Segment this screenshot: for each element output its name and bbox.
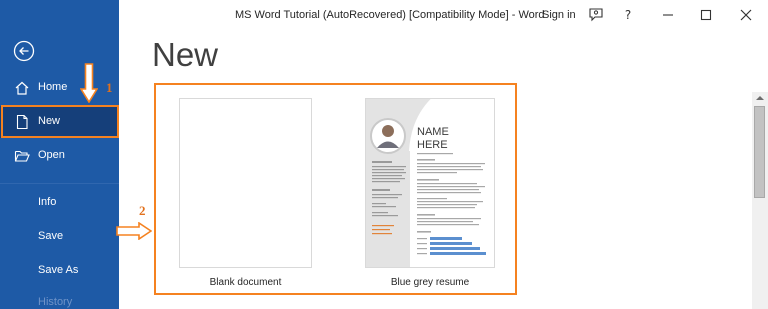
backstage-sidebar: Home New Open Info Save Save As History bbox=[0, 0, 119, 309]
sidebar-item-open[interactable]: Open bbox=[0, 140, 119, 172]
close-icon[interactable] bbox=[737, 6, 755, 24]
feedback-icon[interactable] bbox=[587, 6, 605, 24]
sign-in-link[interactable]: Sign in bbox=[542, 9, 576, 21]
step-number-2: 2 bbox=[139, 203, 146, 218]
sidebar-item-save[interactable]: Save bbox=[0, 221, 119, 253]
resume-name-line1: NAME bbox=[417, 126, 449, 138]
sidebar-item-info[interactable]: Info bbox=[0, 187, 119, 219]
sidebar-item-label: Open bbox=[38, 149, 65, 161]
page-title: New bbox=[152, 36, 219, 73]
sidebar-item-label: Home bbox=[38, 81, 68, 93]
step-number-1: 1 bbox=[106, 80, 113, 95]
resume-name-line2: HERE bbox=[417, 139, 448, 151]
back-button[interactable] bbox=[12, 39, 36, 63]
window-title: MS Word Tutorial (AutoRecovered) [Compat… bbox=[235, 9, 545, 21]
sidebar-item-label: Save As bbox=[38, 264, 79, 276]
scrollbar-thumb[interactable] bbox=[754, 106, 765, 198]
scroll-up-arrow-icon[interactable] bbox=[752, 92, 768, 104]
resume-template-label[interactable]: Blue grey resume bbox=[365, 277, 495, 288]
open-folder-icon bbox=[14, 150, 30, 162]
sidebar-item-save-as[interactable]: Save As bbox=[0, 255, 119, 287]
resume-preview-graphic: NAME HERE bbox=[366, 99, 486, 267]
blank-document-label[interactable]: Blank document bbox=[179, 277, 312, 288]
sidebar-item-home[interactable]: Home bbox=[0, 72, 119, 104]
title-bar: MS Word Tutorial (AutoRecovered) [Compat… bbox=[119, 0, 768, 32]
sidebar-divider bbox=[0, 183, 119, 184]
down-arrow-annotation-icon bbox=[80, 63, 98, 103]
right-arrow-annotation-icon bbox=[116, 222, 152, 240]
help-icon[interactable]: ? bbox=[619, 6, 637, 24]
home-icon bbox=[15, 81, 29, 95]
sidebar-item-label: Info bbox=[38, 196, 57, 208]
minimize-icon[interactable] bbox=[659, 6, 677, 24]
back-arrow-icon bbox=[13, 40, 35, 62]
sidebar-item-history[interactable]: History bbox=[0, 287, 119, 309]
resume-template-thumbnail[interactable]: NAME HERE bbox=[365, 98, 495, 268]
blank-document-thumbnail[interactable] bbox=[179, 98, 312, 268]
vertical-scrollbar[interactable] bbox=[752, 92, 768, 309]
sidebar-item-label: Save bbox=[38, 230, 64, 242]
sidebar-item-label: History bbox=[38, 296, 73, 308]
highlight-new-box bbox=[1, 105, 119, 138]
maximize-icon[interactable] bbox=[697, 6, 715, 24]
svg-text:?: ? bbox=[625, 8, 631, 22]
